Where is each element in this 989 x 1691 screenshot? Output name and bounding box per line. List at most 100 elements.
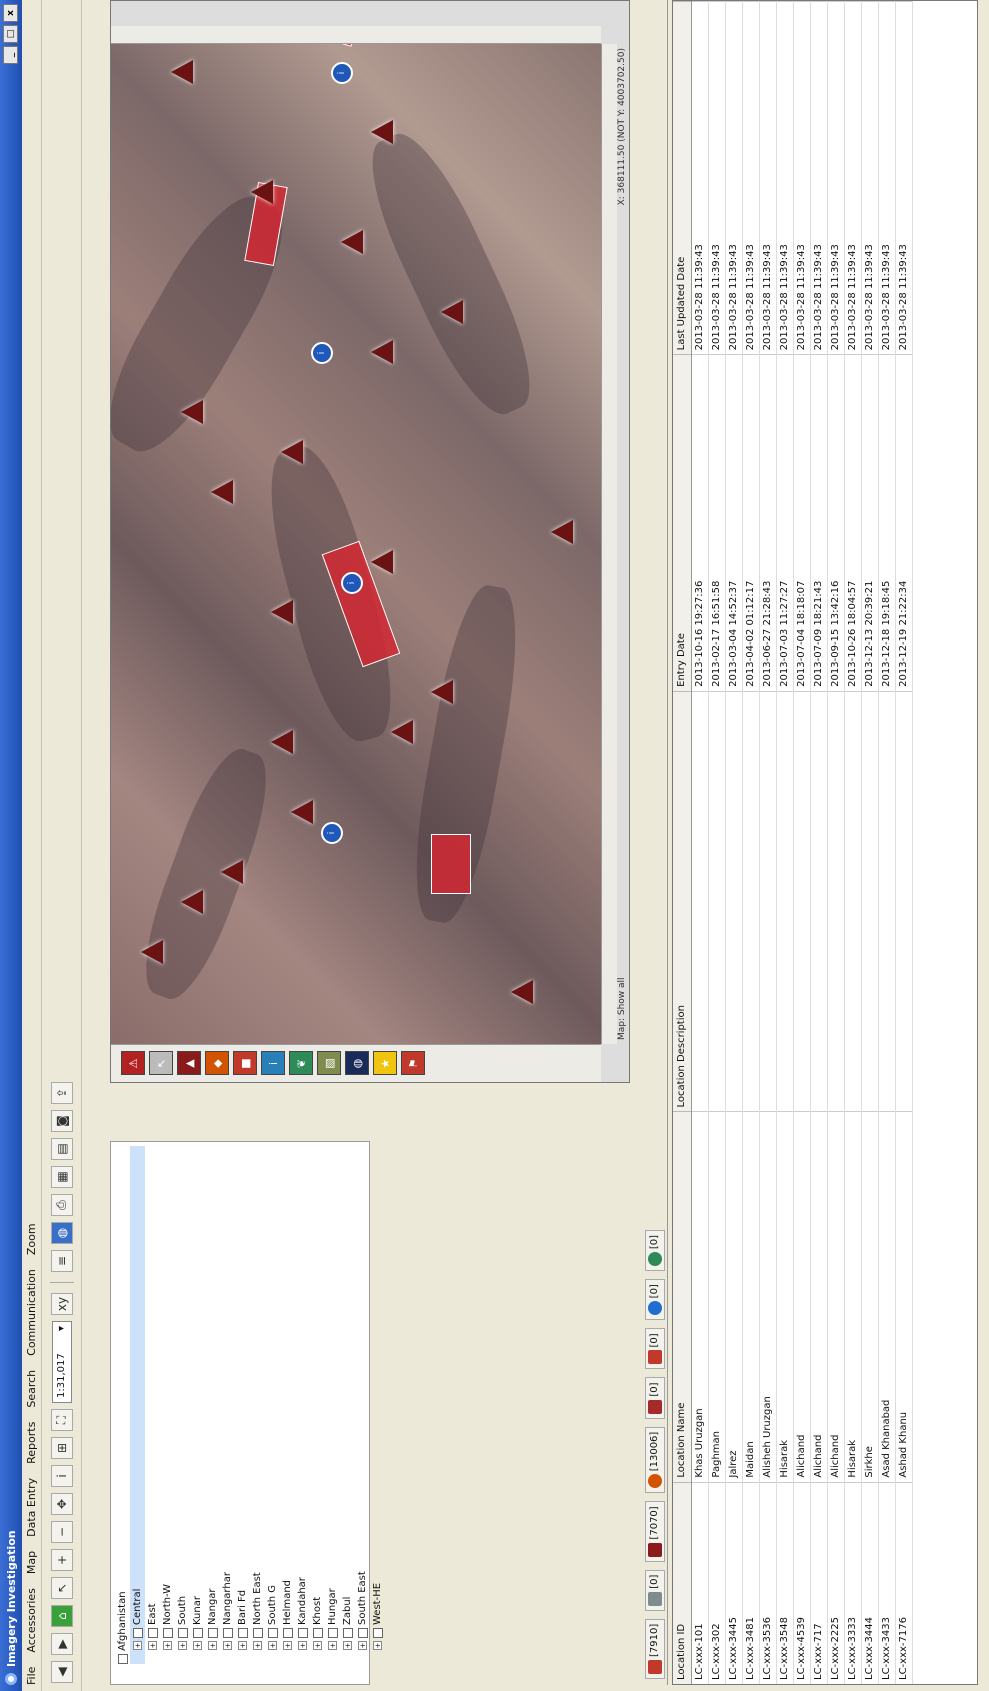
zoom-in-icon[interactable]: +: [50, 1549, 73, 1571]
zoom-out-icon[interactable]: −: [50, 1521, 73, 1543]
expand-icon[interactable]: +: [178, 1641, 187, 1650]
menu-map[interactable]: Map: [25, 1551, 38, 1574]
checkbox[interactable]: [147, 1628, 158, 1638]
region-area[interactable]: [431, 834, 471, 894]
expand-icon[interactable]: +: [223, 1641, 232, 1650]
checkbox[interactable]: [117, 1654, 128, 1664]
checkbox[interactable]: [237, 1628, 248, 1638]
incident-marker[interactable]: [281, 440, 303, 464]
table-icon[interactable]: ▤: [50, 1138, 73, 1160]
checkbox[interactable]: [222, 1628, 233, 1638]
column-header[interactable]: Last Updated Date: [673, 1, 691, 355]
table-row[interactable]: LC-xxx-3548 Hisarak 2013-07-03 11:27:27 201…: [776, 1, 793, 1684]
region-area[interactable]: [322, 44, 370, 47]
tree-item[interactable]: + West-HE: [370, 1146, 385, 1664]
expand-icon[interactable]: +: [193, 1641, 202, 1650]
tree-item[interactable]: + Nangarhar: [220, 1146, 235, 1664]
back-icon[interactable]: ◀: [50, 1661, 73, 1683]
tree-item[interactable]: + South: [175, 1146, 190, 1664]
tab-incidents[interactable]: [7910]: [644, 1618, 665, 1679]
camera-icon[interactable]: ◙: [50, 1110, 73, 1132]
tree-item[interactable]: + Kunar: [190, 1146, 205, 1664]
incident-marker[interactable]: [371, 550, 393, 574]
checkbox[interactable]: [267, 1628, 278, 1638]
table-row[interactable]: LC-xxx-7176 Ashad Khanu 2013-12-19 21:22:3…: [895, 1, 912, 1684]
expand-icon[interactable]: +: [163, 1641, 172, 1650]
grid-icon[interactable]: ▦: [50, 1166, 73, 1188]
table-row[interactable]: LC-xxx-4539 Alichand 2013-07-04 18:18:07 20…: [793, 1, 810, 1684]
tree-item[interactable]: + Khost: [310, 1146, 325, 1664]
expand-icon[interactable]: +: [313, 1641, 322, 1650]
pointer-icon[interactable]: ↖: [149, 1051, 173, 1076]
checkbox[interactable]: [327, 1628, 338, 1638]
tree-item[interactable]: + Central: [130, 1146, 145, 1664]
intel-marker[interactable]: i: [311, 342, 333, 364]
intel-marker[interactable]: i: [341, 572, 363, 594]
menu-communication[interactable]: Communication: [25, 1269, 38, 1356]
export-icon[interactable]: ⇪: [50, 1082, 73, 1104]
incident-marker[interactable]: [551, 520, 573, 544]
satellite-map[interactable]: i i i i: [111, 44, 601, 1044]
menu-file[interactable]: File: [25, 1667, 38, 1685]
table-row[interactable]: LC-xxx-3481 Maidan 2013-04-02 01:12:17 2013…: [742, 1, 759, 1684]
tree-item[interactable]: + South G: [265, 1146, 280, 1664]
table-row[interactable]: LC-xxx-3444 Sirkhe 2013-12-13 20:39:21 2013…: [861, 1, 878, 1684]
square-icon[interactable]: ■: [233, 1051, 257, 1076]
menu-zoom[interactable]: Zoom: [25, 1223, 38, 1255]
table-row[interactable]: LC-xxx-101 Khas Uruzgan 2013-10-16 19:27:3…: [691, 1, 708, 1684]
tree-item[interactable]: + Helmand: [280, 1146, 295, 1664]
column-header[interactable]: Location Name: [673, 1111, 691, 1483]
expand-icon[interactable]: +: [148, 1641, 157, 1650]
incident-marker[interactable]: [181, 400, 203, 424]
tree-item[interactable]: + North-W: [160, 1146, 175, 1664]
incident-marker[interactable]: [291, 800, 313, 824]
expand-icon[interactable]: +: [358, 1641, 367, 1650]
incident-marker[interactable]: [441, 300, 463, 324]
table-row[interactable]: LC-xxx-3333 Hisarak 2013-10-26 18:04:57 201…: [844, 1, 861, 1684]
layers-icon[interactable]: ≡: [50, 1250, 73, 1272]
incident-marker[interactable]: [221, 860, 243, 884]
table-row[interactable]: LC-xxx-717 Alichand 2013-07-09 18:21:43 201…: [810, 1, 827, 1684]
pointer-icon[interactable]: ↖: [50, 1577, 73, 1599]
warning-icon[interactable]: ⚠: [121, 1051, 145, 1076]
map-horizontal-scrollbar[interactable]: [601, 44, 617, 1044]
incident-marker[interactable]: [431, 680, 453, 704]
expand-icon[interactable]: +: [253, 1641, 262, 1650]
checkbox[interactable]: [252, 1628, 263, 1638]
incident-marker[interactable]: [251, 180, 273, 204]
table-row[interactable]: LC-xxx-3536 Alisheh Uruzgan 2013-06-27 21:…: [759, 1, 776, 1684]
expand-icon[interactable]: +: [268, 1641, 277, 1650]
tree-item[interactable]: + Bari Fd: [235, 1146, 250, 1664]
incident-marker[interactable]: [211, 480, 233, 504]
checkbox[interactable]: [192, 1628, 203, 1638]
tree-item[interactable]: + Nangar: [205, 1146, 220, 1664]
checkbox[interactable]: [357, 1628, 368, 1638]
fullextent-icon[interactable]: ⛶: [50, 1409, 73, 1431]
tree-item[interactable]: + North East: [250, 1146, 265, 1664]
expand-icon[interactable]: +: [343, 1641, 352, 1650]
checkbox[interactable]: [207, 1628, 218, 1638]
incident-marker[interactable]: [171, 60, 193, 84]
info-icon[interactable]: i: [261, 1051, 285, 1076]
minimize-button[interactable]: _: [3, 46, 18, 64]
close-button[interactable]: x: [3, 4, 18, 22]
tab-events[interactable]: [0]: [644, 1328, 665, 1370]
incident-marker[interactable]: [511, 980, 533, 1004]
tab-resources[interactable]: [0]: [644, 1229, 665, 1272]
forward-icon[interactable]: ▶: [50, 1633, 73, 1655]
table-row[interactable]: LC-xxx-302 Paghman 2013-02-17 16:51:58 2013…: [708, 1, 725, 1684]
flag-icon[interactable]: ⚑: [401, 1051, 425, 1076]
menu-search[interactable]: Search: [25, 1370, 38, 1408]
intel-marker[interactable]: i: [331, 62, 353, 84]
tree-item[interactable]: + Zabul: [340, 1146, 355, 1664]
menu-data-entry[interactable]: Data Entry: [25, 1478, 38, 1537]
tree-root[interactable]: Afghanistan: [115, 1146, 130, 1664]
expand-icon[interactable]: +: [208, 1641, 217, 1650]
incident-marker[interactable]: [181, 890, 203, 914]
column-header[interactable]: Location Description: [673, 691, 691, 1112]
incident-marker[interactable]: [271, 730, 293, 754]
checkbox[interactable]: [177, 1628, 188, 1638]
pan-icon[interactable]: ✥: [50, 1493, 73, 1515]
table-row[interactable]: LC-xxx-3433 Asad Khanabad 2013-12-18 19:18…: [878, 1, 895, 1684]
incident-marker[interactable]: [271, 600, 293, 624]
